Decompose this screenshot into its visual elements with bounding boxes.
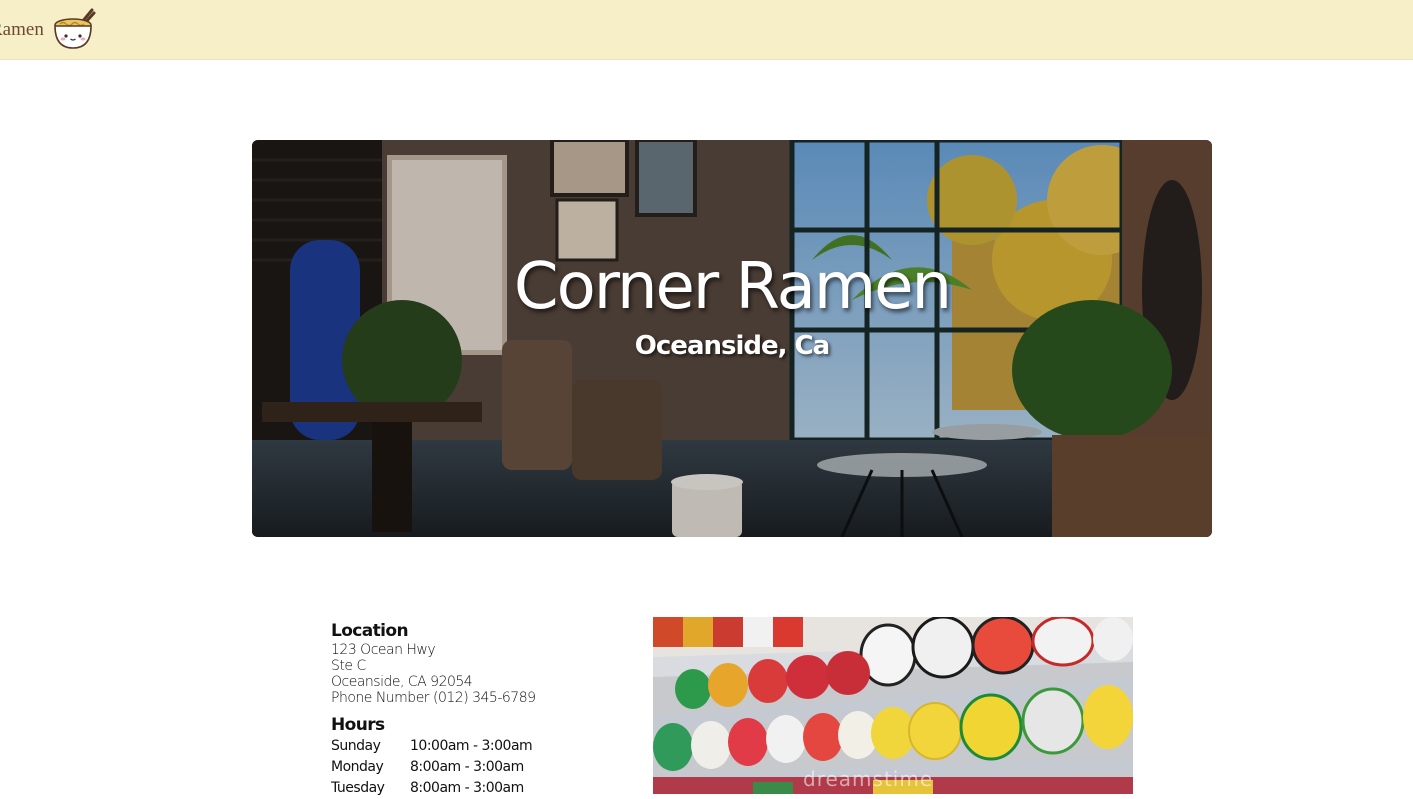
hours-heading: Hours [331, 715, 385, 735]
hero-title: Corner Ramen [513, 250, 952, 324]
hours-row: Monday 8:00am - 3:00am [331, 757, 631, 778]
hours-time: 8:00am - 3:00am [410, 780, 524, 796]
hours-day: Monday [331, 759, 384, 775]
phone-number: Phone Number (012) 345-6789 [331, 690, 536, 706]
brand-link[interactable]: Ramen [0, 0, 96, 60]
hero-subtitle: Oceanside, Ca [634, 331, 830, 361]
hours-row: Tuesday 8:00am - 3:00am [331, 778, 631, 799]
address-line-3: Oceanside, CA 92054 [331, 674, 473, 690]
hero-banner: Corner Ramen Oceanside, Ca [252, 140, 1212, 537]
ramen-shelf-photo: dreamstime [653, 617, 1133, 794]
address-line-1: 123 Ocean Hwy [331, 642, 436, 658]
ramen-bowl-icon [54, 8, 96, 49]
watermark-text: dreamstime [803, 767, 934, 791]
brand-text: Ramen [0, 19, 44, 40]
address-line-2: Ste C [331, 658, 366, 674]
hours-day: Sunday [331, 738, 381, 754]
hours-time: 8:00am - 3:00am [410, 759, 524, 775]
location-heading: Location [331, 621, 409, 641]
navbar: Ramen [0, 0, 1413, 60]
info-section: Location 123 Ocean Hwy Ste C Oceanside, … [331, 620, 631, 799]
hours-time: 10:00am - 3:00am [410, 738, 533, 754]
hours-day: Tuesday [331, 780, 385, 796]
hours-row: Sunday 10:00am - 3:00am [331, 736, 631, 757]
